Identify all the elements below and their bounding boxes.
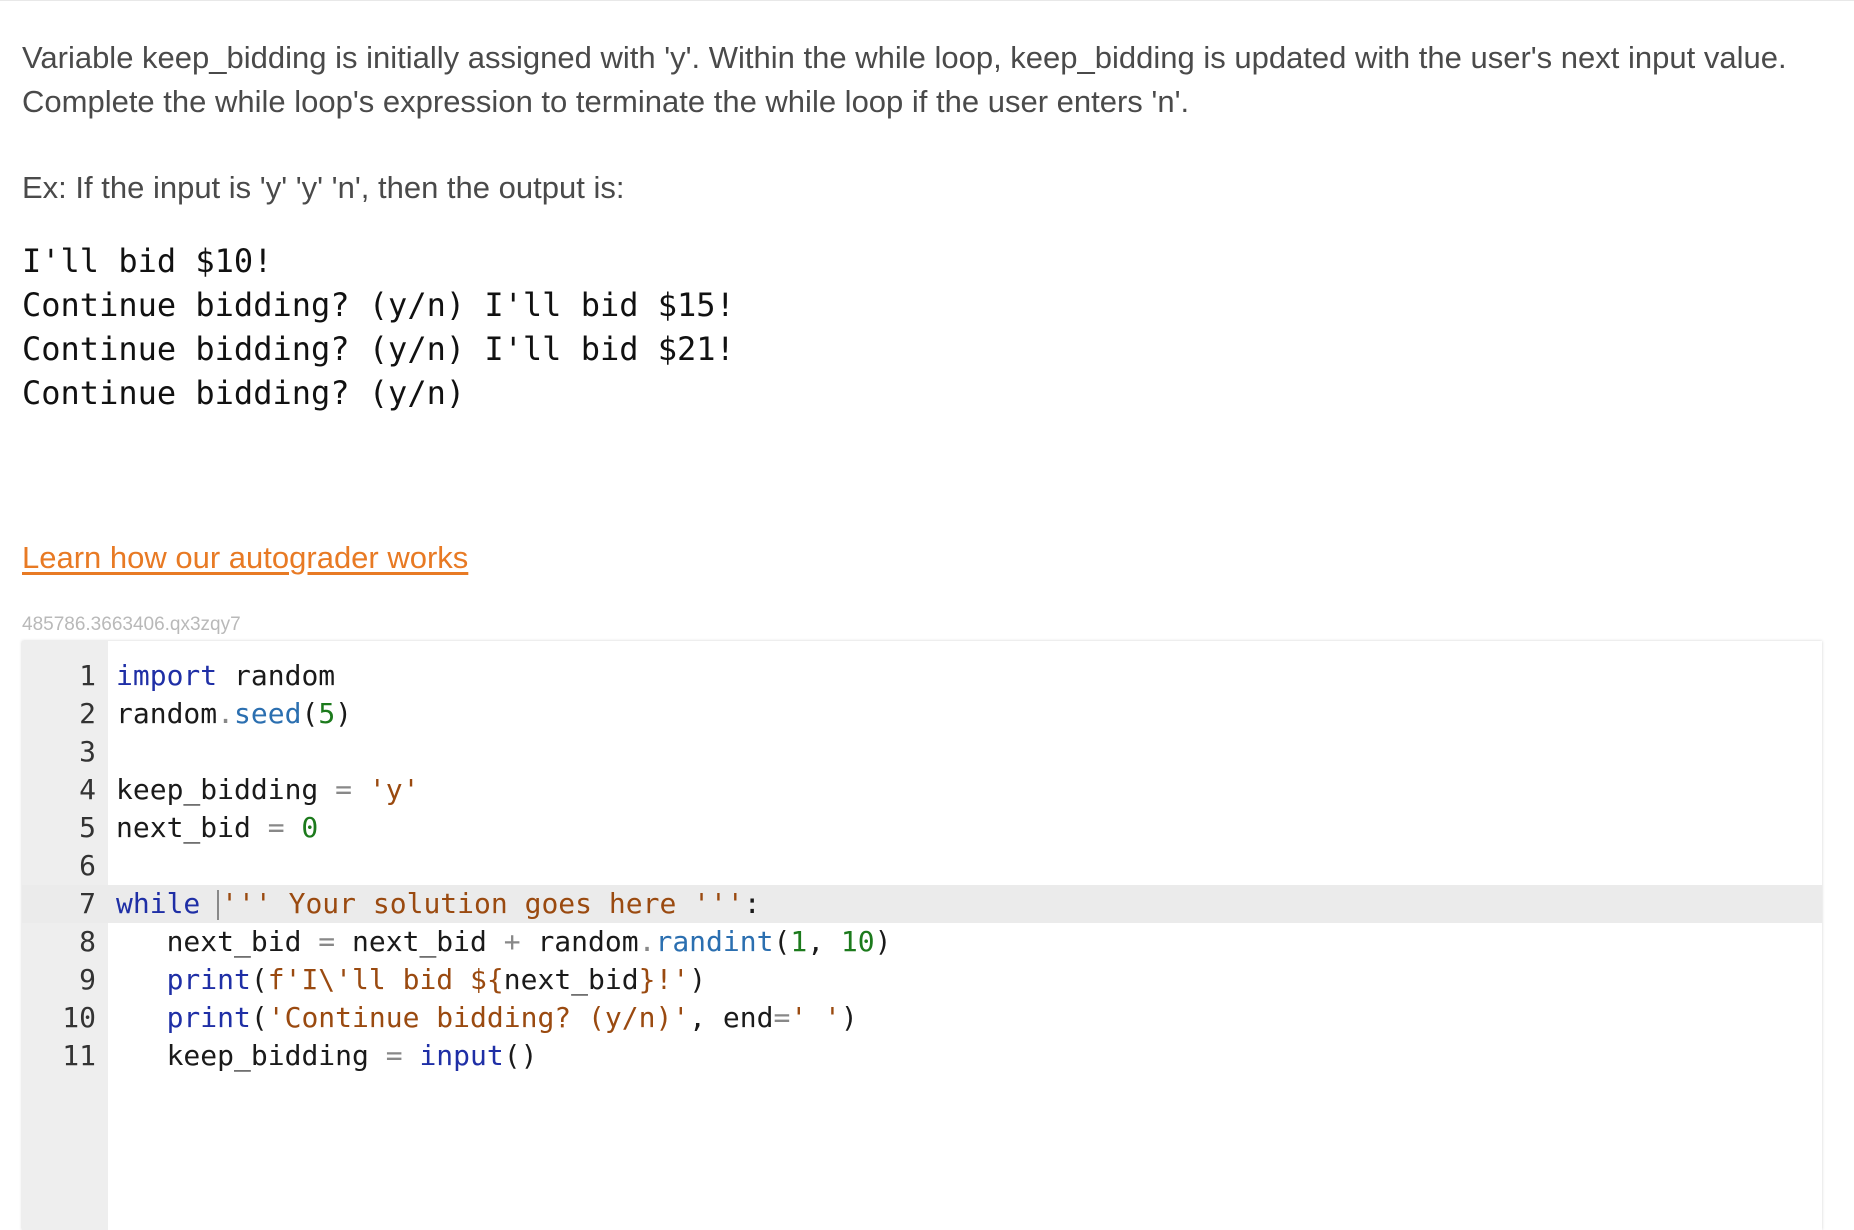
identifier-token: random — [217, 659, 336, 692]
line-number: 10 — [62, 1001, 96, 1034]
dot-token: . — [217, 697, 235, 730]
identifier-token: next_bid — [503, 963, 639, 996]
paren-token: ) — [689, 963, 707, 996]
line-number: 1 — [79, 659, 96, 692]
text-cursor — [217, 890, 220, 920]
builtin-token: print — [166, 963, 251, 996]
dot-token: . — [638, 925, 656, 958]
identifier-token: next_bid — [116, 811, 268, 844]
top-divider — [0, 0, 1854, 1]
paren-token: () — [503, 1039, 538, 1072]
brace-token: { — [486, 963, 504, 996]
operator-token: + — [503, 925, 521, 958]
line-number: 9 — [79, 963, 96, 996]
keyword-token: import — [116, 659, 218, 692]
line-number: 7 — [79, 887, 96, 920]
example-label: Ex: If the input is 'y' 'y' 'n', then th… — [22, 170, 625, 205]
code-editor[interactable]: 1 import random 2 random.seed(5) 3 4 kee… — [22, 641, 1822, 1230]
problem-statement-line-2: Complete the while loop's expression to … — [22, 84, 1190, 119]
line-number: 2 — [79, 697, 96, 730]
operator-token: = — [267, 811, 285, 844]
builtin-token: input — [402, 1039, 504, 1072]
string-token: !' — [655, 963, 690, 996]
line-code[interactable]: while ''' Your solution goes here ''': — [116, 885, 761, 923]
number-token: 1 — [790, 925, 808, 958]
brace-token: } — [638, 963, 656, 996]
example-output-line: Continue bidding? (y/n) I'll bid $21! — [22, 330, 735, 368]
line-number: 6 — [79, 849, 96, 882]
paren-token: ( — [250, 1001, 268, 1034]
identifier-token: next_bid — [166, 925, 319, 958]
activity-id: 485786.3663406.qx3zqy7 — [22, 614, 241, 635]
example-output-line: I'll bid $10! — [22, 242, 273, 280]
identifier-token: keep_bidding — [166, 1039, 386, 1072]
line-number: 11 — [62, 1039, 96, 1072]
method-token: seed — [234, 697, 302, 730]
identifier-token: random — [520, 925, 639, 958]
line-code[interactable]: random.seed(5) — [116, 695, 352, 733]
paren-token: ( — [250, 963, 268, 996]
operator-token: = — [318, 925, 336, 958]
line-code[interactable]: print('Continue bidding? (y/n)', end=' '… — [116, 999, 858, 1037]
identifier-token: keep_bidding — [116, 773, 336, 806]
code-line-3[interactable]: 3 — [22, 733, 1822, 771]
code-line-2[interactable]: 2 random.seed(5) — [22, 695, 1822, 733]
string-token: 'Continue bidding? (y/n)' — [267, 1001, 690, 1034]
paren-token: ) — [874, 925, 892, 958]
identifier-token: random — [116, 697, 218, 730]
keyword-token: while — [116, 887, 201, 920]
placeholder-string-token[interactable]: ''' Your solution goes here ''' — [221, 887, 744, 920]
example-output: I'll bid $10! Continue bidding? (y/n) I'… — [22, 239, 735, 415]
code-line-11[interactable]: 11 keep_bidding = input() — [22, 1037, 1822, 1075]
paren-token: ( — [773, 925, 791, 958]
code-line-4[interactable]: 4 keep_bidding = 'y' — [22, 771, 1822, 809]
line-code[interactable]: print(f'I\'ll bid ${next_bid}!') — [116, 961, 706, 999]
line-number: 3 — [79, 735, 96, 768]
comma-token: , — [807, 925, 841, 958]
string-token: 'y' — [352, 773, 420, 806]
code-line-5[interactable]: 5 next_bid = 0 — [22, 809, 1822, 847]
code-line-1[interactable]: 1 import random — [22, 657, 1822, 695]
line-code[interactable]: next_bid = 0 — [116, 809, 318, 847]
paren-token: ) — [335, 697, 353, 730]
code-line-10[interactable]: 10 print('Continue bidding? (y/n)', end=… — [22, 999, 1822, 1037]
code-area[interactable]: 1 import random 2 random.seed(5) 3 4 kee… — [22, 657, 1822, 1075]
string-token: f'I\'ll bid $ — [267, 963, 487, 996]
keyword-arg-token: end — [722, 1001, 774, 1034]
code-line-9[interactable]: 9 print(f'I\'ll bid ${next_bid}!') — [22, 961, 1822, 999]
example-output-line: Continue bidding? (y/n) I'll bid $15! — [22, 286, 735, 324]
autograder-help-link[interactable]: Learn how our autograder works — [22, 536, 468, 580]
line-number: 5 — [79, 811, 96, 844]
code-line-8[interactable]: 8 next_bid = next_bid + random.randint(1… — [22, 923, 1822, 961]
paren-token: ( — [301, 697, 319, 730]
comma-token: , — [689, 1001, 723, 1034]
string-token: ' ' — [790, 1001, 841, 1034]
operator-token: = — [773, 1001, 791, 1034]
problem-statement: Variable keep_bidding is initially assig… — [22, 36, 1822, 124]
line-code[interactable]: import random — [116, 657, 335, 695]
code-line-6[interactable]: 6 — [22, 847, 1822, 885]
method-token: randint — [655, 925, 774, 958]
builtin-token: print — [166, 1001, 251, 1034]
line-code[interactable]: keep_bidding = input() — [116, 1037, 538, 1075]
operator-token: = — [335, 773, 353, 806]
colon-token: : — [743, 887, 761, 920]
identifier-token: next_bid — [335, 925, 504, 958]
number-token: 10 — [840, 925, 875, 958]
example-output-line: Continue bidding? (y/n) — [22, 374, 466, 412]
operator-token: = — [385, 1039, 403, 1072]
line-code[interactable]: keep_bidding = 'y' — [116, 771, 419, 809]
paren-token: ) — [840, 1001, 858, 1034]
code-line-7-active[interactable]: 7 while ''' Your solution goes here ''': — [22, 885, 1822, 923]
line-number: 8 — [79, 925, 96, 958]
number-token: 5 — [318, 697, 336, 730]
problem-statement-line-1: Variable keep_bidding is initially assig… — [22, 40, 1787, 75]
number-token: 0 — [284, 811, 319, 844]
line-code[interactable]: next_bid = next_bid + random.randint(1, … — [116, 923, 892, 961]
line-number: 4 — [79, 773, 96, 806]
